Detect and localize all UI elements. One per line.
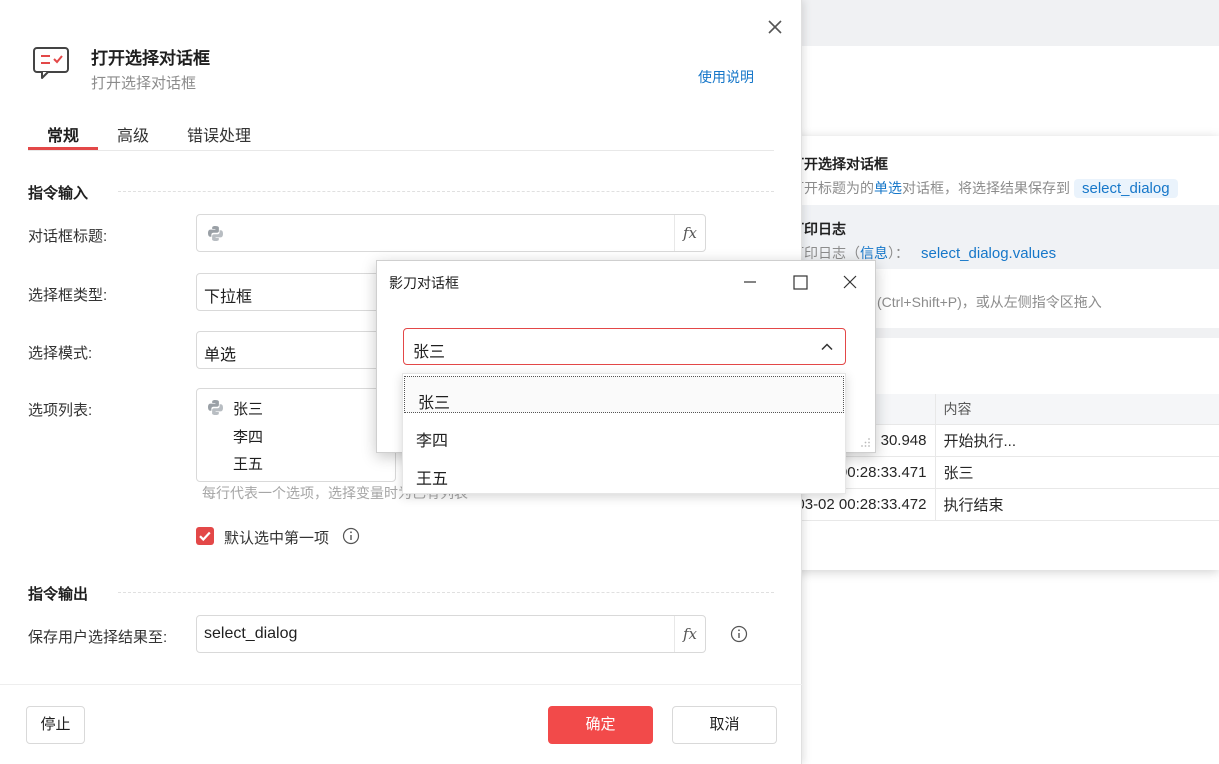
- close-icon[interactable]: [764, 16, 786, 38]
- select-dialog-icon: [33, 47, 69, 79]
- options-label: 选项列表:: [28, 402, 93, 419]
- section-divider: [118, 191, 774, 192]
- maximize-icon[interactable]: [785, 269, 815, 295]
- dialog-title-label: 对话框标题:: [28, 228, 108, 245]
- chevron-up-icon: [821, 343, 833, 351]
- select-mode-value: 单选: [204, 347, 237, 364]
- tab-general[interactable]: 常规: [47, 122, 79, 146]
- log-header-content: 内容: [935, 394, 1219, 425]
- output-variable-value: select_dialog: [204, 625, 298, 642]
- combobox-dropdown-list: 张三 李四 王五: [402, 373, 846, 494]
- select-mode-dropdown[interactable]: 单选: [196, 331, 396, 369]
- list-item[interactable]: 张三: [404, 376, 844, 413]
- minimize-icon[interactable]: [735, 269, 765, 295]
- list-item[interactable]: 王五: [403, 453, 845, 491]
- log-content: 张三: [935, 456, 1219, 489]
- tab-error-handling[interactable]: 错误处理: [187, 122, 251, 146]
- output-variable-input[interactable]: select_dialog fx: [196, 615, 706, 653]
- log-content: 执行结束: [935, 488, 1219, 521]
- select-mode-label: 选择模式:: [28, 345, 93, 362]
- option-line: 张三: [233, 401, 264, 418]
- add-step-hint: (Ctrl+Shift+P)，或从左侧指令区拖入: [877, 294, 1102, 310]
- flow-step-title: 打开选择对话框: [790, 156, 888, 172]
- flow-step-open-dialog[interactable]: 打开选择对话框 打开标题为的单选对话框，将选择结果保存到 select_dialo…: [731, 140, 1219, 204]
- footer-divider: [0, 684, 802, 685]
- choice-combobox[interactable]: 张三: [403, 328, 846, 365]
- fx-button[interactable]: fx: [674, 215, 705, 251]
- info-icon[interactable]: [730, 625, 748, 643]
- log-content: 开始执行...: [935, 424, 1219, 457]
- list-item[interactable]: 李四: [403, 415, 845, 453]
- confirm-button[interactable]: 确定: [548, 706, 653, 744]
- python-icon: [208, 226, 223, 241]
- output-variable-label: 保存用户选择结果至:: [28, 629, 168, 646]
- window-title: 影刀对话框: [389, 275, 459, 291]
- section-title-input: 指令输入: [28, 185, 89, 202]
- python-icon: [208, 400, 223, 415]
- section-title-output: 指令输出: [28, 586, 89, 603]
- resize-grip-icon[interactable]: [859, 436, 871, 448]
- app-topbar: [800, 0, 1219, 46]
- tab-bar: 常规 高级 错误处理: [28, 114, 774, 151]
- option-line: 李四: [233, 429, 264, 446]
- cancel-button[interactable]: 取消: [672, 706, 777, 744]
- flow-step-desc: 打开标题为的单选对话框，将选择结果保存到 select_dialog: [790, 178, 1178, 198]
- variable-text: select_dialog.values: [921, 245, 1057, 262]
- default-select-first-checkbox[interactable]: [196, 527, 214, 545]
- fx-button[interactable]: fx: [674, 616, 705, 652]
- section-divider: [118, 592, 774, 593]
- option-line: 王五: [233, 456, 264, 473]
- default-select-first-label: 默认选中第一项: [224, 530, 330, 547]
- variable-tag: select_dialog: [1074, 179, 1178, 198]
- tab-advanced[interactable]: 高级: [117, 122, 149, 146]
- select-type-dropdown[interactable]: 下拉框: [196, 273, 396, 311]
- combobox-value: 张三: [413, 344, 446, 361]
- options-textarea[interactable]: 张三 李四 王五: [196, 388, 396, 482]
- info-icon[interactable]: [342, 527, 360, 545]
- select-type-label: 选择框类型:: [28, 287, 108, 304]
- stop-button[interactable]: 停止: [26, 706, 85, 744]
- close-icon[interactable]: [835, 269, 865, 295]
- active-tab-indicator: [28, 147, 98, 150]
- dialog-subtitle: 打开选择对话框: [91, 75, 197, 92]
- dialog-title-input[interactable]: fx: [196, 214, 706, 252]
- help-link[interactable]: 使用说明: [698, 67, 754, 87]
- dialog-title: 打开选择对话框: [91, 49, 210, 68]
- select-type-value: 下拉框: [204, 289, 253, 306]
